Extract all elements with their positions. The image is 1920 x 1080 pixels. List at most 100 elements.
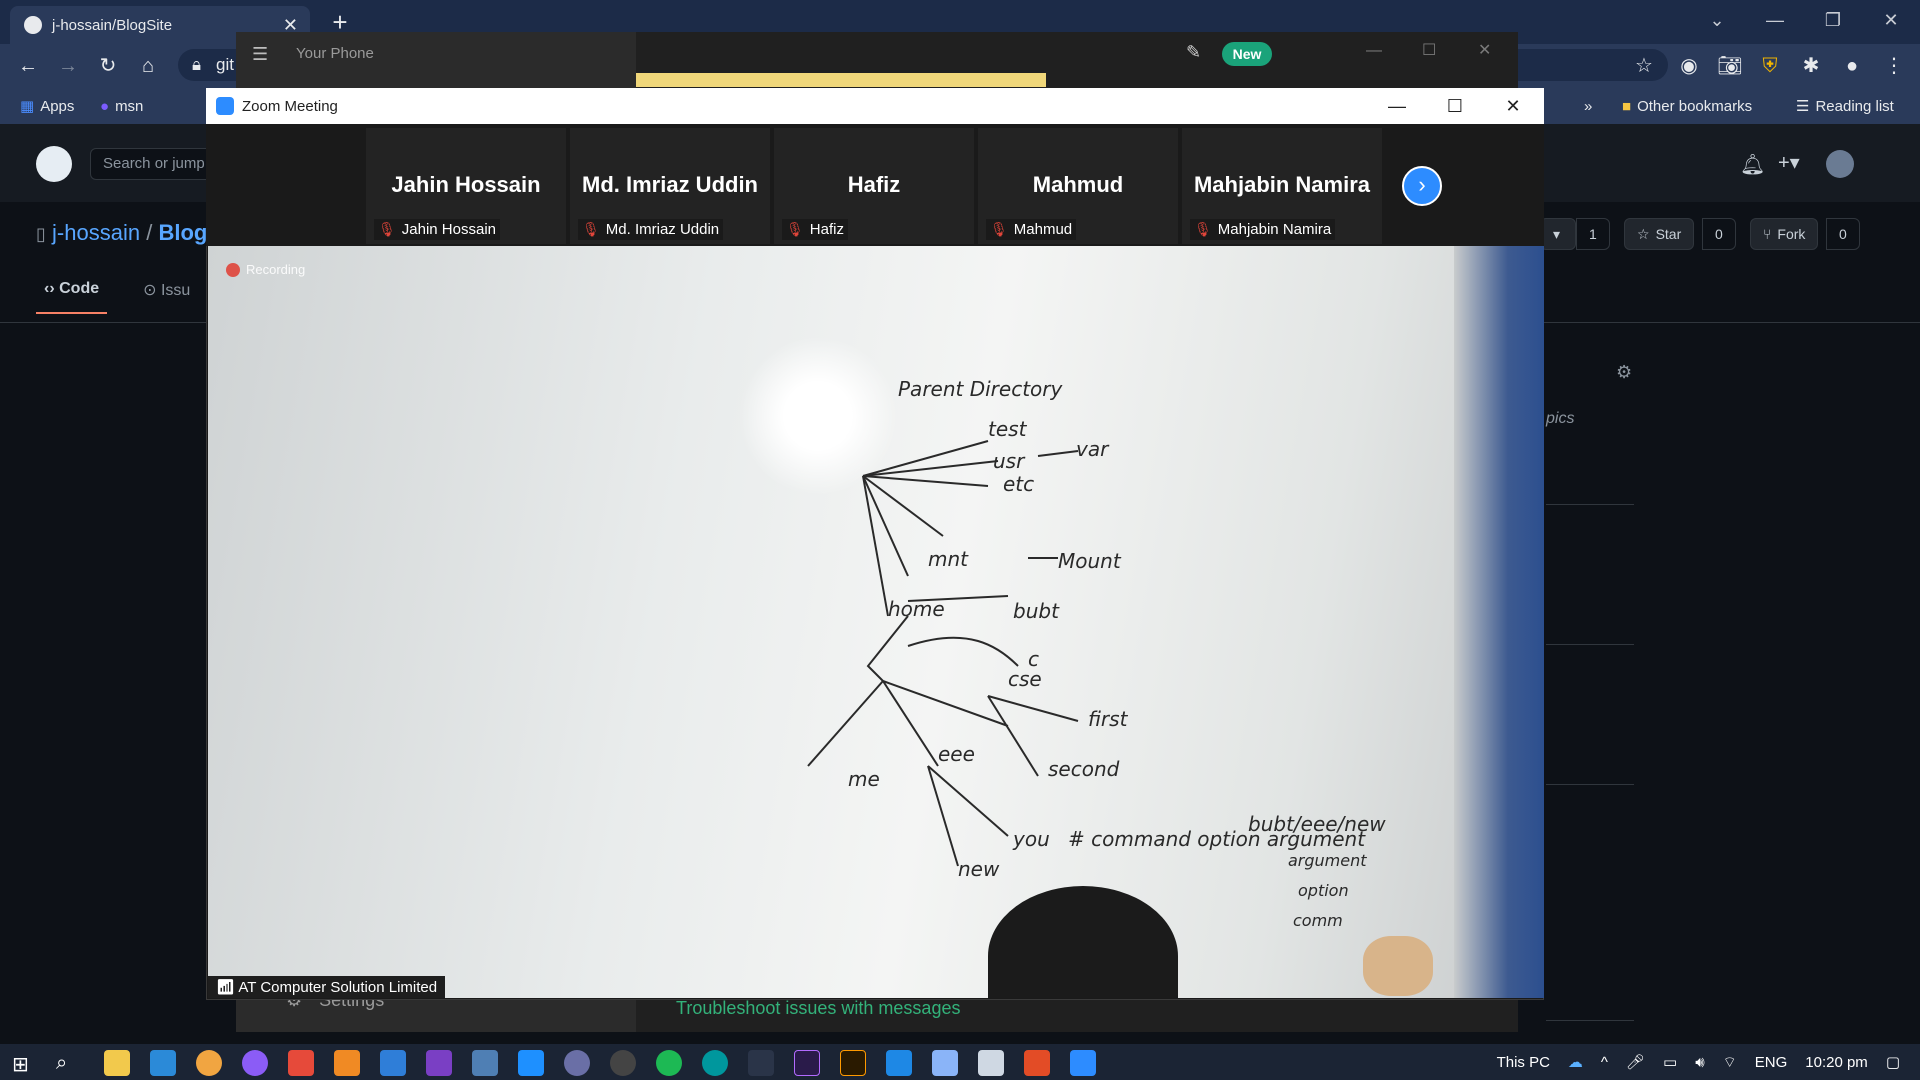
participant-tile[interactable]: Md. Imriaz Uddin 🎙︎ Md. Imriaz Uddin — [570, 128, 770, 244]
repo-name-link[interactable]: Blog — [158, 220, 207, 245]
folder-icon: ■ — [1622, 97, 1632, 115]
fork-count: 0 — [1826, 218, 1860, 250]
svg-text:bubt/eee/new: bubt/eee/new — [1248, 812, 1386, 836]
other-bookmarks[interactable]: ■ Other bookmarks — [1622, 96, 1752, 116]
phone-app-icon[interactable] — [518, 1050, 544, 1076]
watch-dropdown-icon[interactable]: ▾ — [1540, 218, 1576, 250]
zoom-close-icon[interactable]: ✕ — [1484, 88, 1542, 124]
notifications-icon[interactable]: ▢ — [1886, 1053, 1900, 1071]
volume-icon[interactable]: 🔊︎ — [1695, 1054, 1704, 1071]
participant-tile[interactable]: Jahin Hossain 🎙︎ Jahin Hossain — [366, 128, 566, 244]
vscode-icon[interactable] — [150, 1050, 176, 1076]
back-icon[interactable]: ← — [14, 52, 42, 80]
app-icon[interactable] — [564, 1050, 590, 1076]
bookmark-star-icon[interactable]: ☆ — [1630, 52, 1658, 80]
participant-tile[interactable]: Hafiz 🎙︎ Hafiz — [774, 128, 974, 244]
watch-count: 1 — [1576, 218, 1610, 250]
file-explorer-icon[interactable] — [104, 1050, 130, 1076]
onedrive-icon[interactable]: ☁ — [1568, 1053, 1583, 1071]
camera-extension-icon[interactable]: 📷︎ — [1716, 52, 1744, 80]
language-indicator[interactable]: ENG — [1755, 1054, 1788, 1071]
zoom-window-controls: — ☐ ✕ — [1368, 88, 1542, 124]
yp-minimize-icon[interactable]: — — [1366, 42, 1382, 60]
tab-code[interactable]: ‹› Code — [36, 280, 108, 314]
bookmark-apps[interactable]: ▦ Apps — [20, 96, 74, 116]
profile-menu-icon[interactable]: ⌄ — [1688, 0, 1746, 40]
whiteboard-drawing: Parent Directory test var usr etc mnt Mo… — [807, 377, 1386, 930]
participant-tile[interactable]: Mahmud 🎙︎ Mahmud — [978, 128, 1178, 244]
svg-text:second: second — [1048, 757, 1120, 781]
new-badge[interactable]: New — [1222, 42, 1272, 66]
svg-text:usr: usr — [993, 449, 1026, 473]
yp-close-icon[interactable]: ✕ — [1478, 40, 1491, 60]
reload-icon[interactable]: ↻ — [94, 52, 122, 80]
minimize-icon[interactable]: — — [1746, 0, 1804, 40]
extension-icon[interactable]: ◉ — [1675, 52, 1703, 80]
obs-icon[interactable] — [610, 1050, 636, 1076]
home-icon[interactable]: ⌂ — [134, 52, 162, 80]
zoom-titlebar: Zoom Meeting — [206, 88, 1544, 124]
chrome-icon[interactable] — [196, 1050, 222, 1076]
windows-start-icon[interactable]: ⊞ — [12, 1052, 29, 1077]
next-participants-button[interactable]: › — [1402, 166, 1442, 206]
app-blue-icon[interactable] — [932, 1050, 958, 1076]
forward-icon[interactable]: → — [54, 52, 82, 80]
fork-button[interactable]: ⑂ Fork — [1750, 218, 1819, 250]
repo-owner-link[interactable]: j-hossain — [52, 220, 140, 245]
java-icon[interactable] — [1024, 1050, 1050, 1076]
star-count: 0 — [1702, 218, 1736, 250]
hamburger-menu-icon[interactable]: ☰ — [252, 44, 268, 65]
this-pc-label[interactable]: This PC — [1497, 1054, 1550, 1071]
chrome-menu-icon[interactable]: ⋮ — [1880, 52, 1908, 80]
calculator-icon[interactable] — [472, 1050, 498, 1076]
extensions-puzzle-icon[interactable]: ✱ — [1797, 52, 1825, 80]
search-icon[interactable]: ⌕ — [56, 1052, 67, 1075]
github-logo-icon[interactable] — [36, 146, 72, 182]
mail-icon[interactable] — [886, 1050, 912, 1076]
zoom-taskbar-icon[interactable] — [1070, 1050, 1096, 1076]
tray-overflow-icon[interactable]: ^ — [1601, 1054, 1608, 1071]
zoom-minimize-icon[interactable]: — — [1368, 88, 1426, 124]
bookmarks-overflow-icon[interactable]: » — [1584, 96, 1592, 116]
app-red-icon[interactable] — [288, 1050, 314, 1076]
fork-icon: ⑂ — [1763, 226, 1772, 242]
close-window-icon[interactable]: ✕ — [1862, 0, 1920, 40]
illustrator-icon[interactable] — [840, 1050, 866, 1076]
premiere-icon[interactable] — [794, 1050, 820, 1076]
svg-text:comm: comm — [1293, 911, 1343, 930]
3d-icon[interactable] — [978, 1050, 1004, 1076]
spotify-icon[interactable] — [656, 1050, 682, 1076]
onenote-icon[interactable] — [426, 1050, 452, 1076]
svg-text:home: home — [888, 597, 945, 621]
sidebar-divider — [1546, 784, 1634, 785]
star-button[interactable]: ☆ Star — [1624, 218, 1695, 250]
microphone-icon[interactable]: 🎤︎ — [1626, 1053, 1645, 1071]
profile-avatar[interactable]: ● — [1838, 52, 1866, 80]
shield-extension-icon[interactable]: ⛨ — [1756, 52, 1784, 80]
bookmark-msn[interactable]: ● msn — [100, 96, 143, 116]
zoom-maximize-icon[interactable]: ☐ — [1426, 88, 1484, 124]
battery-icon[interactable]: ▭ — [1663, 1053, 1677, 1071]
notifications-bell-icon[interactable]: 🔔︎ — [1740, 152, 1765, 177]
svg-text:first: first — [1088, 707, 1129, 731]
about-settings-gear-icon[interactable]: ⚙ — [1616, 362, 1632, 383]
xampp-icon[interactable] — [334, 1050, 360, 1076]
participant-tile[interactable]: Mahjabin Namira 🎙︎ Mahjabin Namira — [1182, 128, 1382, 244]
yp-maximize-icon[interactable]: ☐ — [1422, 40, 1436, 60]
wifi-icon[interactable]: ⌔ — [1723, 1053, 1737, 1072]
reading-list[interactable]: ☰ Reading list — [1796, 96, 1894, 116]
pen-icon[interactable]: ✎ — [1186, 42, 1201, 63]
arduino-icon[interactable] — [702, 1050, 728, 1076]
clock[interactable]: 10:20 pm — [1805, 1054, 1868, 1071]
settings-spark-icon[interactable] — [748, 1050, 774, 1076]
troubleshoot-link[interactable]: Troubleshoot issues with messages — [676, 998, 960, 1019]
tab-issues[interactable]: ⊙ Issu — [143, 280, 190, 314]
svg-text:me: me — [848, 767, 880, 791]
messenger-icon[interactable] — [242, 1050, 268, 1076]
create-new-icon[interactable]: +▾ — [1778, 150, 1800, 175]
github-avatar[interactable] — [1826, 150, 1854, 178]
restore-icon[interactable]: ❐ — [1804, 0, 1862, 40]
repo-icon: ▯ — [36, 224, 46, 244]
signal-bars-icon: 📶︎ — [216, 979, 236, 996]
word-icon[interactable] — [380, 1050, 406, 1076]
